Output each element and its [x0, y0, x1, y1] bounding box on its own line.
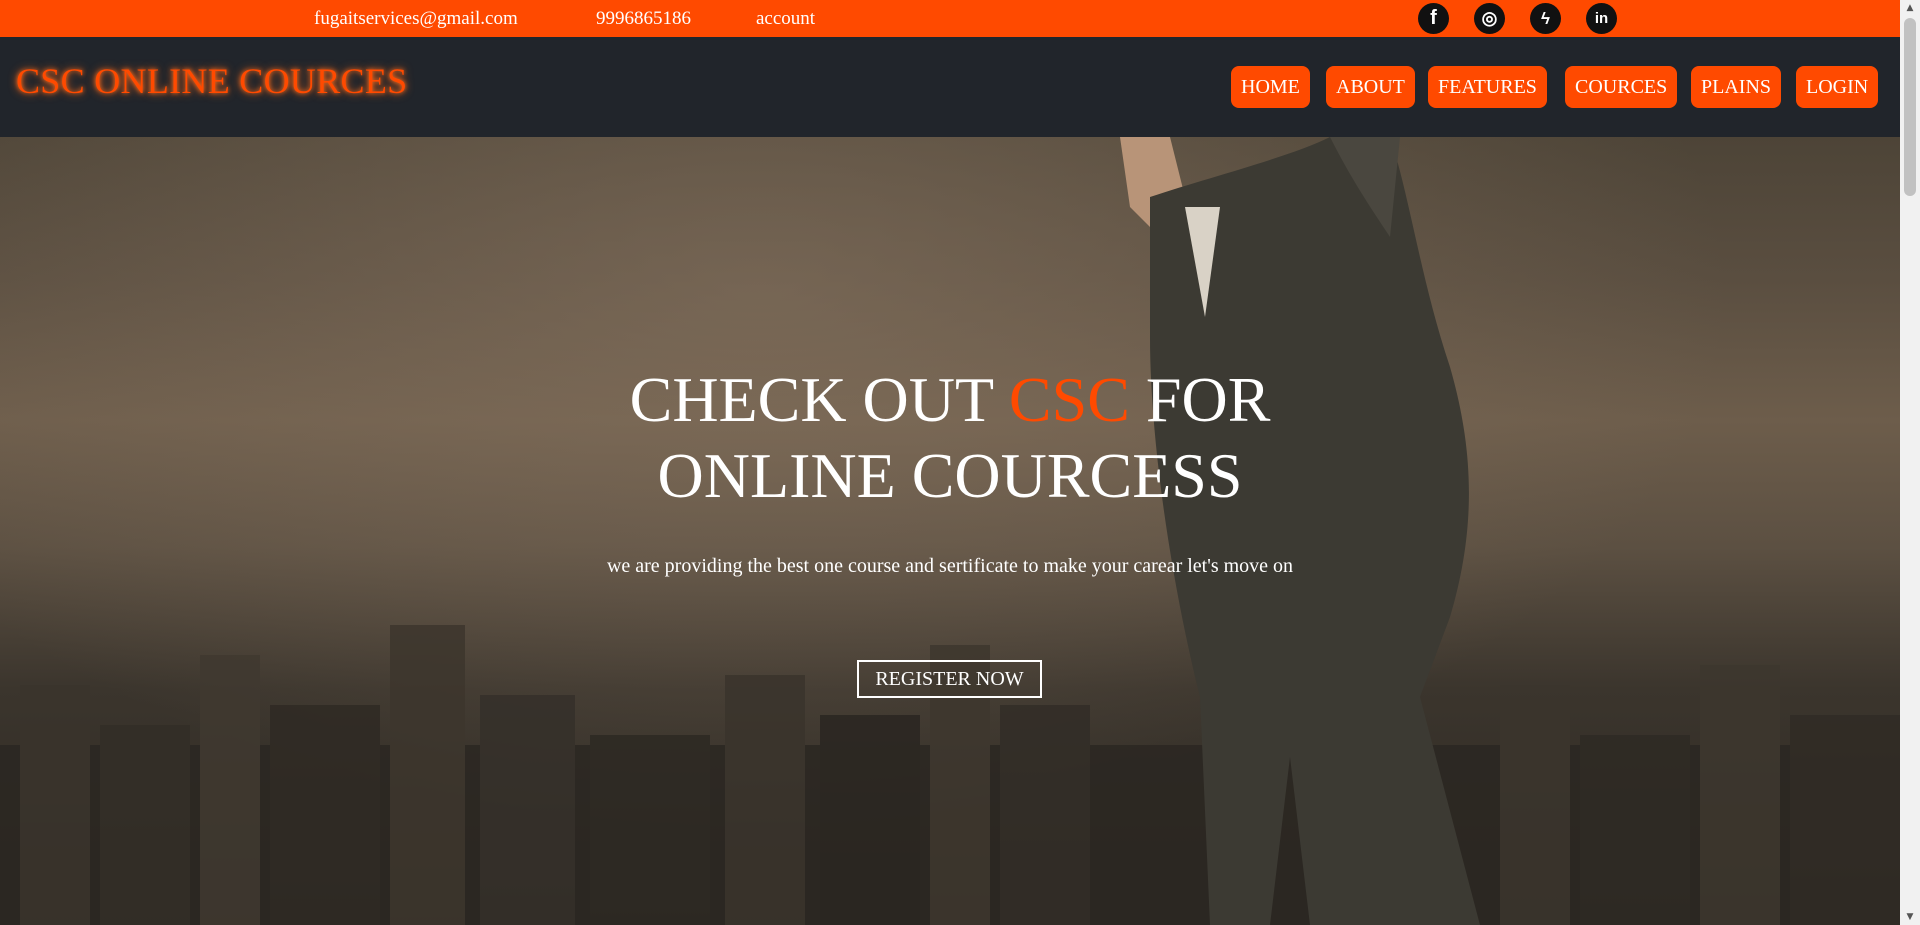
hero-title-part2: FOR [1129, 364, 1271, 435]
facebook-icon[interactable]: f [1418, 3, 1449, 34]
linkedin-icon[interactable]: in [1586, 3, 1617, 34]
account-link[interactable]: account [756, 0, 815, 37]
top-contact-bar: fugaitservices@gmail.com 9996865186 acco… [0, 0, 1900, 37]
hero-section: CHECK OUT CSC FOR ONLINE COURCESS we are… [0, 137, 1900, 925]
nav-features-button[interactable]: FEATURES [1428, 66, 1547, 108]
hero-title-part1: CHECK OUT [629, 364, 1009, 435]
scroll-down-arrow-icon[interactable]: ▼ [1905, 912, 1915, 922]
hero-subtitle: we are providing the best one course and… [606, 555, 1294, 577]
scroll-up-arrow-icon[interactable]: ▲ [1905, 3, 1915, 13]
city-skyline-background [0, 625, 1900, 925]
email-link[interactable]: fugaitservices@gmail.com [314, 0, 518, 37]
instagram-icon[interactable]: ◎ [1474, 3, 1505, 34]
scrollbar-thumb[interactable] [1904, 18, 1916, 196]
page-scrollbar[interactable]: ▲ ▼ [1900, 0, 1920, 925]
phone-link[interactable]: 9996865186 [596, 0, 691, 37]
hero-title-accent: CSC [1008, 364, 1130, 435]
businessman-figure [1120, 137, 1480, 925]
nav-login-button[interactable]: LOGIN [1796, 66, 1879, 108]
main-navbar: CSC ONLINE COURCES HOME ABOUT FEATURES C… [0, 37, 1900, 137]
nav-plains-button[interactable]: PLAINS [1691, 66, 1782, 108]
hero-title: CHECK OUT CSC FOR ONLINE COURCESS [0, 362, 1900, 514]
hero-title-line2: ONLINE COURCESS [657, 440, 1243, 511]
nav-about-button[interactable]: ABOUT [1326, 66, 1415, 108]
site-logo[interactable]: CSC ONLINE COURCES [16, 60, 407, 102]
register-now-button[interactable]: REGISTER NOW [857, 660, 1042, 698]
messenger-icon[interactable]: ϟ [1530, 3, 1561, 34]
nav-home-button[interactable]: HOME [1231, 66, 1310, 108]
nav-cources-button[interactable]: COURCES [1565, 66, 1678, 108]
